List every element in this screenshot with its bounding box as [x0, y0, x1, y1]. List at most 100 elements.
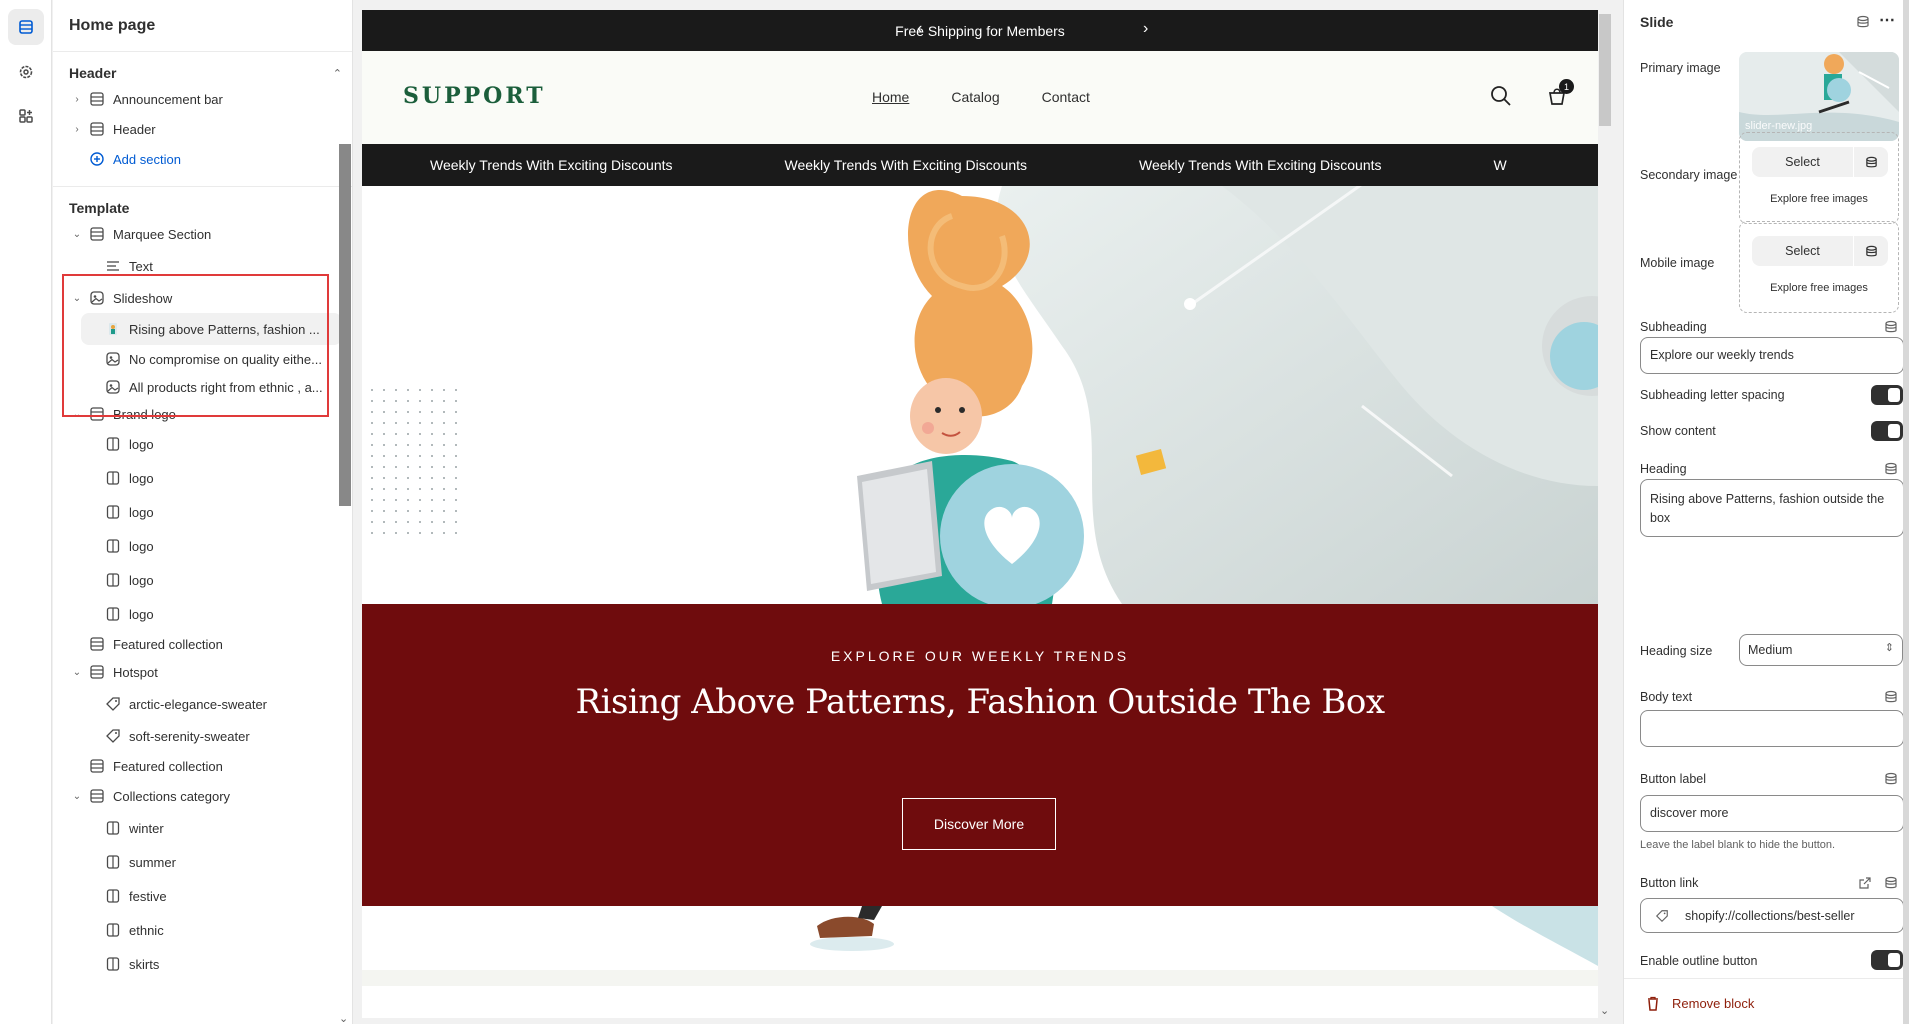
tree-item-logo[interactable]: logo — [53, 461, 352, 495]
tree-item-category[interactable]: summer — [53, 845, 352, 879]
preview-scrollbar[interactable] — [1599, 14, 1611, 126]
tree-item-slide-2[interactable]: No compromise on quality eithe... — [81, 345, 342, 373]
add-section-button[interactable]: Add section — [53, 144, 352, 174]
dynamic-source-icon[interactable] — [1884, 320, 1898, 334]
tree-item-logo[interactable]: logo — [53, 529, 352, 563]
tree-item-logo[interactable]: logo — [53, 597, 352, 631]
tree-item-hotspot[interactable]: ⌄ Hotspot — [53, 657, 352, 687]
tree-item-slide-3[interactable]: All products right from ethnic , a... — [81, 373, 342, 401]
button-link-input[interactable]: shopify://collections/best-seller — [1640, 898, 1904, 933]
tree-item-label: Featured collection — [113, 636, 223, 652]
tree-item-label: Text — [129, 258, 153, 274]
tree-item-label: soft-serenity-sweater — [129, 728, 250, 744]
add-section-label: Add section — [113, 151, 181, 167]
subheading-spacing-toggle[interactable] — [1871, 385, 1903, 405]
tree-item-slideshow[interactable]: ⌄ Slideshow — [53, 283, 352, 313]
tree-item-logo[interactable]: logo — [53, 563, 352, 597]
show-content-toggle[interactable] — [1871, 421, 1903, 441]
dynamic-source-icon[interactable] — [1884, 462, 1898, 476]
block-icon — [106, 821, 120, 835]
tree-item-label: skirts — [129, 956, 160, 972]
block-icon — [106, 539, 120, 553]
dynamic-source-icon[interactable] — [1884, 772, 1898, 786]
dynamic-source-icon[interactable] — [1854, 236, 1888, 266]
tree-item-logo[interactable]: logo — [53, 427, 352, 461]
chevron-down-icon[interactable]: ⌄ — [1600, 1004, 1609, 1017]
tree-item-logo[interactable]: logo — [53, 495, 352, 529]
tree-item-text[interactable]: Text — [53, 249, 352, 283]
dynamic-source-icon[interactable] — [1856, 15, 1870, 29]
subheading-input[interactable]: Explore our weekly trends — [1640, 337, 1904, 374]
chevron-right-icon[interactable]: › — [71, 123, 83, 135]
logo-list: logo logo logo logo logo logo — [53, 427, 352, 631]
tree-item-collections-category[interactable]: ⌄ Collections category — [53, 781, 352, 811]
header-group[interactable]: Header ⌃ — [53, 62, 352, 84]
cart-button[interactable]: 1 — [1546, 79, 1574, 107]
tree-item-category[interactable]: festive — [53, 879, 352, 913]
select-arrows-icon: ⇕ — [1884, 642, 1894, 654]
settings-gear-icon[interactable] — [8, 54, 44, 90]
tree-item-marquee-section[interactable]: ⌄ Marquee Section — [53, 219, 352, 249]
tree-item-hotspot-2[interactable]: soft-serenity-sweater — [53, 721, 352, 751]
slide-heading: Rising Above Patterns, Fashion Outside T… — [575, 682, 1385, 722]
text-lines-icon — [107, 261, 119, 271]
tree-item-brand-logo[interactable]: ⌄ Brand logo — [53, 401, 352, 427]
tree-item-slide-1[interactable]: Rising above Patterns, fashion ... — [81, 313, 342, 345]
sections-icon[interactable] — [8, 9, 44, 45]
chevron-down-icon[interactable]: ⌄ — [339, 1012, 348, 1024]
apps-icon[interactable] — [8, 98, 44, 134]
tree-item-category[interactable]: ethnic — [53, 913, 352, 947]
left-scrollbar[interactable] — [339, 144, 351, 506]
dynamic-source-icon[interactable] — [1854, 147, 1888, 177]
button-label-hint: Leave the label blank to hide the button… — [1640, 839, 1836, 851]
tree-item-label: Slideshow — [113, 290, 173, 306]
nav-contact[interactable]: Contact — [1042, 89, 1090, 105]
mobile-select-button[interactable]: Select — [1752, 236, 1854, 266]
tree-item-header[interactable]: › Header — [53, 114, 352, 144]
secondary-select-button[interactable]: Select — [1752, 147, 1854, 177]
chevron-left-icon[interactable]: ‹ — [917, 20, 922, 38]
dynamic-source-icon[interactable] — [1884, 876, 1898, 890]
nav-home[interactable]: Home — [872, 89, 909, 105]
more-options-icon[interactable]: ⋯ — [1879, 10, 1895, 30]
chevron-up-icon[interactable]: ⌃ — [333, 67, 342, 80]
chevron-down-icon[interactable]: ⌄ — [71, 666, 83, 678]
outline-button-toggle[interactable] — [1871, 950, 1903, 970]
tree-item-category[interactable]: winter — [53, 811, 352, 845]
dynamic-source-icon[interactable] — [1884, 690, 1898, 704]
chevron-down-icon[interactable]: ⌄ — [71, 408, 83, 420]
tree-item-hotspot-1[interactable]: arctic-elegance-sweater — [53, 687, 352, 721]
chevron-down-icon[interactable]: ⌄ — [71, 292, 83, 304]
outline-button-label: Enable outline button — [1640, 954, 1758, 968]
store-logo[interactable]: SUPPORT — [403, 83, 546, 109]
block-icon — [106, 957, 120, 971]
panel-title: Slide — [1640, 14, 1674, 30]
heading-size-select[interactable]: Medium ⇕ — [1739, 634, 1903, 666]
tree-item-label: Hotspot — [113, 664, 158, 680]
external-link-icon[interactable] — [1858, 876, 1872, 890]
right-scrollbar[interactable] — [1903, 0, 1909, 1024]
secondary-explore-link[interactable]: Explore free images — [1740, 193, 1898, 205]
chevron-right-icon[interactable]: › — [1143, 20, 1148, 38]
mobile-select-group: Select — [1752, 236, 1888, 266]
tree-item-featured-collection-2[interactable]: Featured collection — [53, 751, 352, 781]
tree-item-category[interactable]: skirts — [53, 947, 352, 981]
chevron-down-icon[interactable]: ⌄ — [71, 790, 83, 802]
chevron-right-icon[interactable]: › — [71, 93, 83, 105]
image-icon — [106, 380, 120, 394]
heading-input[interactable]: Rising above Patterns, fashion outside t… — [1640, 479, 1904, 537]
slide-subheading: EXPLORE OUR WEEKLY TRENDS — [830, 648, 1130, 664]
remove-block-button[interactable]: Remove block — [1646, 996, 1754, 1011]
tree-item-label: Collections category — [113, 788, 231, 804]
body-text-input[interactable] — [1640, 710, 1904, 747]
tree-item-announcement-bar[interactable]: › Announcement bar — [53, 84, 352, 114]
nav-catalog[interactable]: Catalog — [951, 89, 999, 105]
chevron-down-icon[interactable]: ⌄ — [71, 228, 83, 240]
tree-item-featured-collection[interactable]: Featured collection — [53, 631, 352, 657]
mobile-explore-link[interactable]: Explore free images — [1740, 282, 1898, 294]
discover-more-button[interactable]: Discover More — [902, 798, 1056, 850]
search-icon[interactable] — [1490, 85, 1512, 107]
button-label-input[interactable]: discover more — [1640, 795, 1904, 832]
section-icon — [90, 759, 104, 773]
primary-image-thumbnail[interactable]: slider-new.jpg — [1739, 52, 1899, 141]
